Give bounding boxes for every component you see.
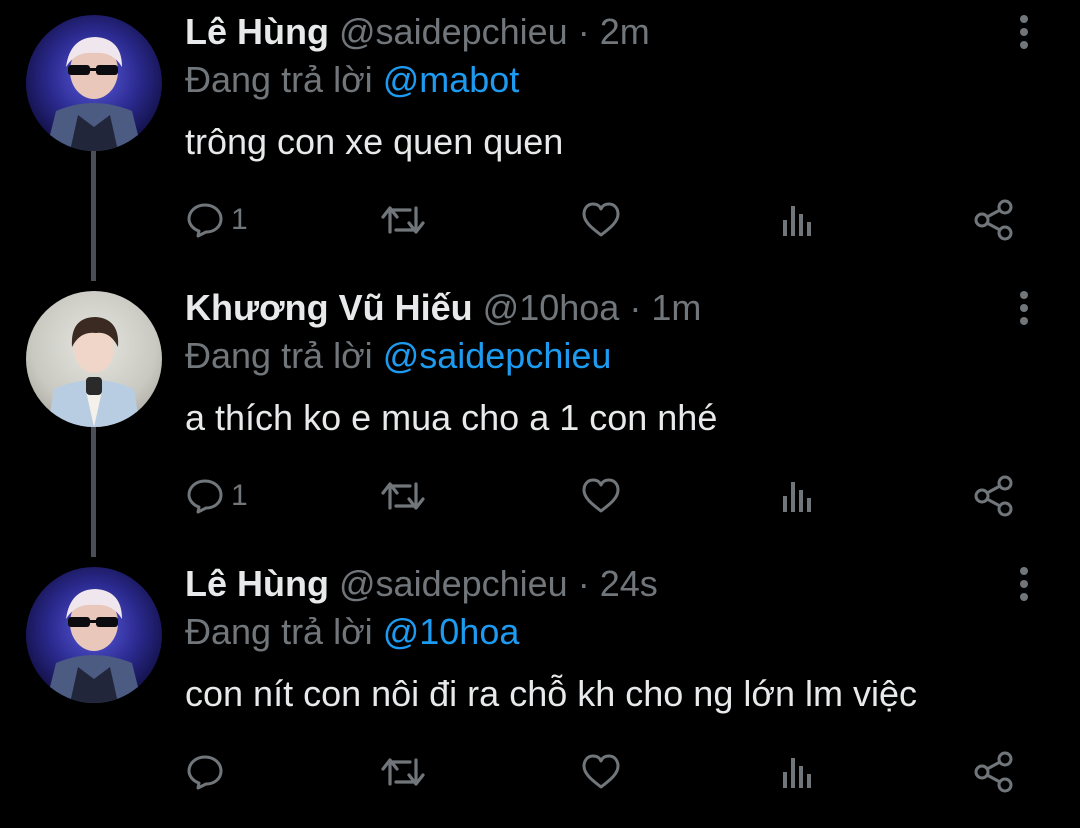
- retweet-icon: [381, 206, 425, 234]
- more-options-button[interactable]: [1006, 564, 1042, 604]
- tweet-header: Lê Hùng @saidepchieu · 24s: [185, 562, 658, 606]
- more-options-button[interactable]: [1006, 288, 1042, 328]
- separator-dot: ·: [577, 563, 590, 604]
- reply-button[interactable]: [185, 748, 231, 796]
- reply-icon: [187, 479, 223, 514]
- retweet-icon: [381, 482, 425, 510]
- more-options-button[interactable]: [1006, 12, 1042, 52]
- retweet-icon: [381, 758, 425, 786]
- reply-button[interactable]: 1: [185, 472, 248, 520]
- share-button[interactable]: [972, 472, 1016, 520]
- like-icon: [582, 478, 620, 513]
- retweet-button[interactable]: [380, 196, 426, 244]
- more-icon: [1020, 291, 1028, 325]
- avatar-image: [26, 567, 162, 703]
- reply-icon: [187, 755, 223, 790]
- replying-to-label: Đang trả lời: [185, 335, 373, 376]
- share-button[interactable]: [972, 196, 1016, 244]
- avatar-image: [26, 15, 162, 151]
- like-button[interactable]: [580, 196, 622, 244]
- tweet-header: Lê Hùng @saidepchieu · 2m: [185, 10, 650, 54]
- reply-button[interactable]: 1: [185, 196, 248, 244]
- retweet-button[interactable]: [380, 748, 426, 796]
- replying-to-handle[interactable]: @mabot: [383, 59, 520, 100]
- replying-to-handle[interactable]: @saidepchieu: [383, 335, 612, 376]
- views-button[interactable]: [778, 748, 818, 796]
- author-name[interactable]: Lê Hùng: [185, 11, 329, 52]
- author-name[interactable]: Lê Hùng: [185, 563, 329, 604]
- tweet-text: a thích ko e mua cho a 1 con nhé: [185, 397, 718, 438]
- tweet-time[interactable]: 1m: [651, 287, 701, 328]
- reply-icon: [187, 203, 223, 238]
- replying-to-label: Đang trả lời: [185, 59, 373, 100]
- like-icon: [582, 754, 620, 789]
- tweet-reply[interactable]: Khương Vũ Hiếu @10hoa · 1m Đang trả lời …: [0, 276, 1080, 552]
- avatar[interactable]: [26, 15, 162, 151]
- avatar[interactable]: [26, 567, 162, 703]
- author-name[interactable]: Khương Vũ Hiếu: [185, 287, 473, 328]
- views-button[interactable]: [778, 472, 818, 520]
- tweet-header: Khương Vũ Hiếu @10hoa · 1m: [185, 286, 701, 330]
- like-button[interactable]: [580, 748, 622, 796]
- replying-to: Đang trả lời @saidepchieu: [185, 334, 611, 378]
- replying-to-handle[interactable]: @10hoa: [383, 611, 520, 652]
- retweet-button[interactable]: [380, 472, 426, 520]
- share-button[interactable]: [972, 748, 1016, 796]
- author-handle[interactable]: @10hoa: [483, 287, 620, 328]
- separator-dot: ·: [577, 11, 590, 52]
- views-icon: [783, 206, 811, 236]
- author-handle[interactable]: @saidepchieu: [339, 563, 568, 604]
- tweet-actions: 1: [0, 196, 1080, 244]
- separator-dot: ·: [629, 287, 642, 328]
- avatar-image: [26, 291, 162, 427]
- like-button[interactable]: [580, 472, 622, 520]
- replying-to: Đang trả lời @mabot: [185, 58, 519, 102]
- author-handle[interactable]: @saidepchieu: [339, 11, 568, 52]
- share-icon: [974, 475, 1013, 517]
- replying-to-label: Đang trả lời: [185, 611, 373, 652]
- replying-to: Đang trả lời @10hoa: [185, 610, 519, 654]
- reply-count: 1: [231, 479, 248, 512]
- tweet-time[interactable]: 24s: [600, 563, 658, 604]
- tweet-text: trông con xe quen quen: [185, 121, 564, 162]
- views-button[interactable]: [778, 196, 818, 244]
- more-icon: [1020, 567, 1028, 601]
- share-icon: [974, 751, 1013, 793]
- like-icon: [582, 202, 620, 237]
- tweet-text: con nít con nôi đi ra chỗ kh cho ng lớn …: [185, 673, 917, 714]
- views-icon: [783, 758, 811, 788]
- share-icon: [974, 199, 1013, 241]
- tweet-actions: [0, 748, 1080, 796]
- tweet-reply[interactable]: Lê Hùng @saidepchieu · 2m Đang trả lời @…: [0, 0, 1080, 276]
- tweet-reply[interactable]: Lê Hùng @saidepchieu · 24s Đang trả lời …: [0, 552, 1080, 828]
- tweet-time[interactable]: 2m: [600, 11, 650, 52]
- tweet-actions: 1: [0, 472, 1080, 520]
- views-icon: [783, 482, 811, 512]
- more-icon: [1020, 15, 1028, 49]
- reply-count: 1: [231, 203, 248, 236]
- reply-thread: Lê Hùng @saidepchieu · 2m Đang trả lời @…: [0, 0, 1080, 812]
- avatar[interactable]: [26, 291, 162, 427]
